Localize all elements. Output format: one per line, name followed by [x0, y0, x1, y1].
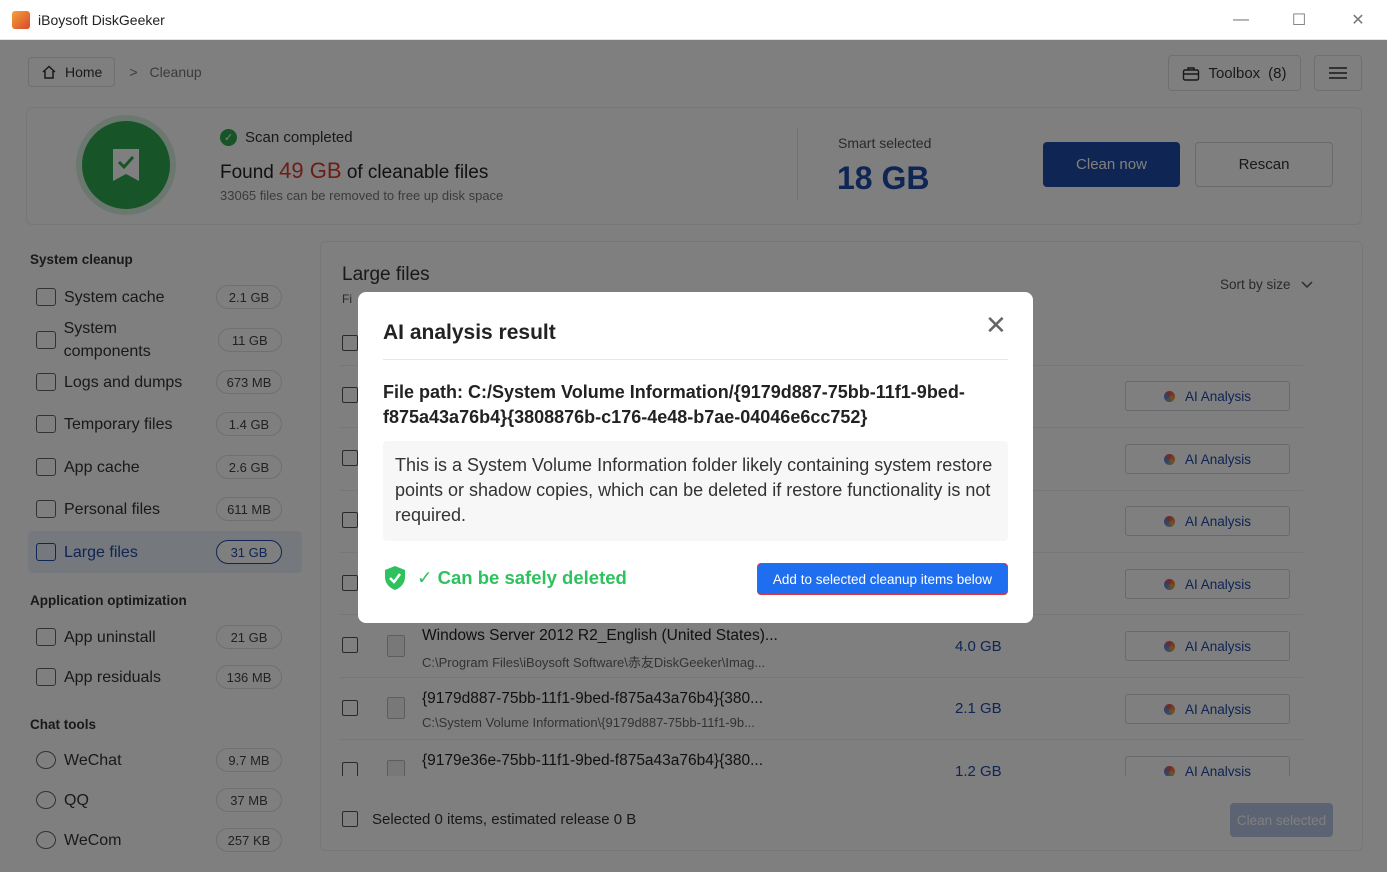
add-to-cleanup-button[interactable]: Add to selected cleanup items below: [757, 563, 1008, 595]
dialog-divider: [383, 359, 1008, 360]
dialog-title: AI analysis result: [383, 321, 556, 344]
close-icon[interactable]: ✕: [985, 310, 1007, 341]
file-path-heading: File path: C:/System Volume Information/…: [383, 382, 965, 427]
safe-delete-verdict: ✓ Can be safely deleted: [383, 565, 627, 591]
maximize-button[interactable]: ☐: [1270, 0, 1328, 40]
window-title: iBoysoft DiskGeeker: [38, 11, 165, 28]
close-window-button[interactable]: ✕: [1329, 0, 1387, 40]
minimize-button[interactable]: —: [1212, 0, 1270, 40]
ai-analysis-dialog: AI analysis result ✕ File path: C:/Syste…: [358, 292, 1033, 623]
title-bar: iBoysoft DiskGeeker: [0, 0, 1387, 40]
shield-check-icon: [385, 566, 405, 590]
verdict-text: ✓ Can be safely deleted: [417, 567, 627, 588]
app-logo-icon: [12, 10, 30, 29]
analysis-description: This is a System Volume Information fold…: [383, 441, 1008, 541]
